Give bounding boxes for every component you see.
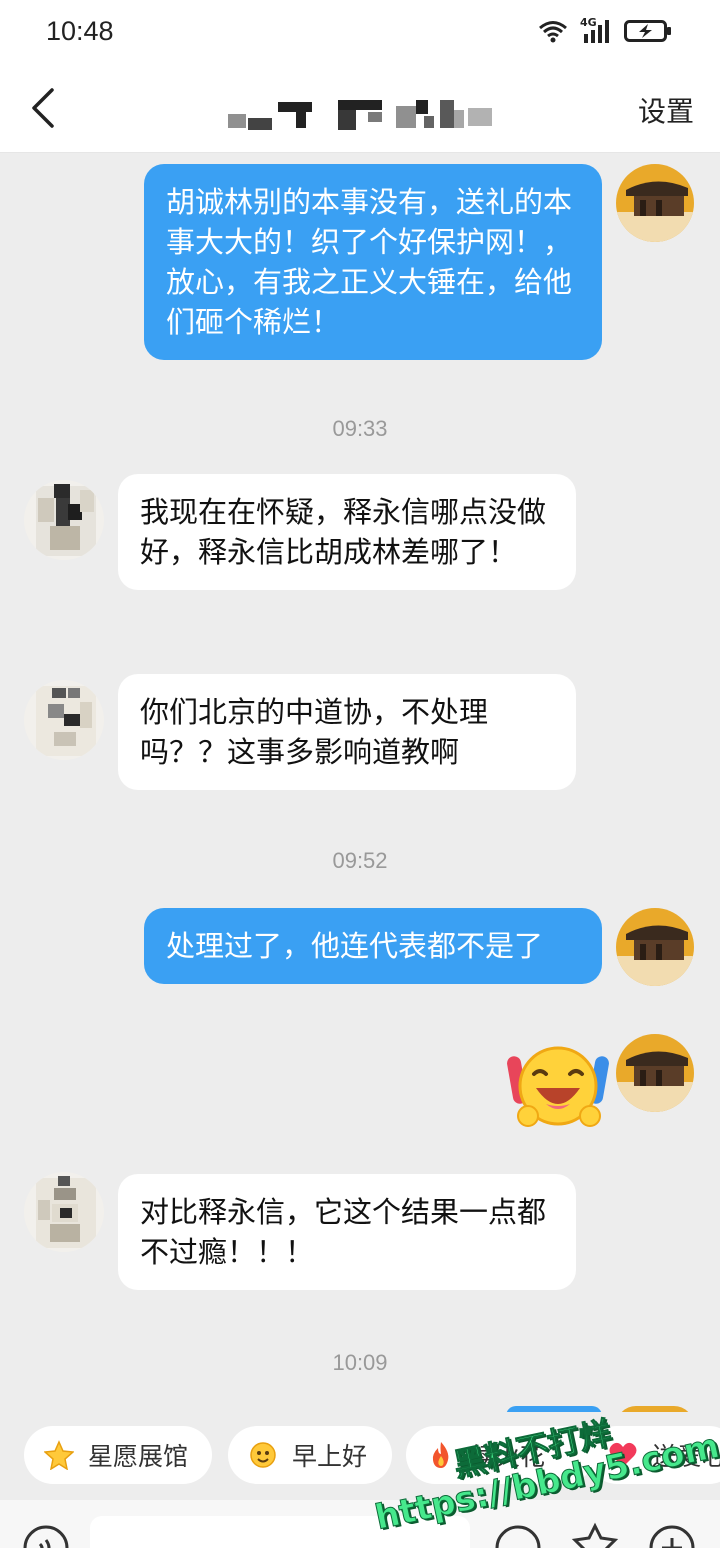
status-icons: 4G [538, 16, 672, 44]
status-bar: 10:48 4G [0, 0, 720, 64]
message-bubble-outgoing[interactable]: 胡诚林别的本事没有，送礼的本事大大的！织了个好保护网！，放心，有我之正义大锤在，… [144, 164, 602, 360]
avatar-me[interactable] [616, 164, 694, 242]
avatar-contact[interactable] [24, 1172, 104, 1252]
message-bubble-incoming[interactable]: 我现在在怀疑，释永信哪点没做好，释永信比胡成林差哪了！ [118, 474, 576, 590]
clock: 10:48 [46, 16, 114, 46]
emoji-icon[interactable] [494, 1524, 542, 1548]
chip-label: 星愿展馆 [88, 1442, 189, 1471]
sticker-icon[interactable] [570, 1522, 620, 1548]
avatar-contact[interactable] [24, 680, 104, 760]
title-bar: 设置 [0, 64, 720, 153]
quick-reply-chip[interactable]: 早上好 [228, 1426, 392, 1484]
message-bubble-outgoing[interactable]: 处理过了，他连代表都不是了 [144, 908, 602, 984]
message-bubble-incoming[interactable]: 你们北京的中道协，不处理吗？？这事多影响道教啊 [118, 674, 576, 790]
avatar-contact[interactable] [24, 480, 104, 560]
avatar-me[interactable] [616, 908, 694, 986]
battery-icon [624, 20, 671, 42]
sun-emoji-icon [250, 1442, 276, 1468]
input-bar [0, 1500, 720, 1548]
avatar-me[interactable] [616, 1034, 694, 1112]
chat-area[interactable]: 胡诚林别的本事没有，送礼的本事大大的！织了个好保护网！，放心，有我之正义大锤在，… [0, 152, 720, 1412]
quick-reply-chip[interactable]: 星愿展馆 [24, 1426, 212, 1484]
laughing-emoji-sticker[interactable] [506, 1034, 610, 1130]
cell-signal-icon: 4G [580, 16, 612, 44]
timestamp: 09:33 [332, 416, 388, 441]
timestamp: 09:52 [332, 848, 388, 873]
voice-icon[interactable] [22, 1524, 70, 1548]
message-bubble-incoming[interactable]: 对比释永信，它这个结果一点都不过瘾！！！ [118, 1174, 576, 1290]
timestamp: 10:09 [332, 1350, 388, 1375]
chip-label: 早上好 [292, 1442, 368, 1471]
wifi-icon [539, 21, 567, 43]
plus-icon[interactable] [648, 1524, 696, 1548]
contact-name-pixelated [228, 96, 498, 130]
settings-button[interactable]: 设置 [638, 90, 694, 130]
star-icon [44, 1440, 74, 1470]
back-arrow-icon[interactable] [26, 86, 62, 130]
